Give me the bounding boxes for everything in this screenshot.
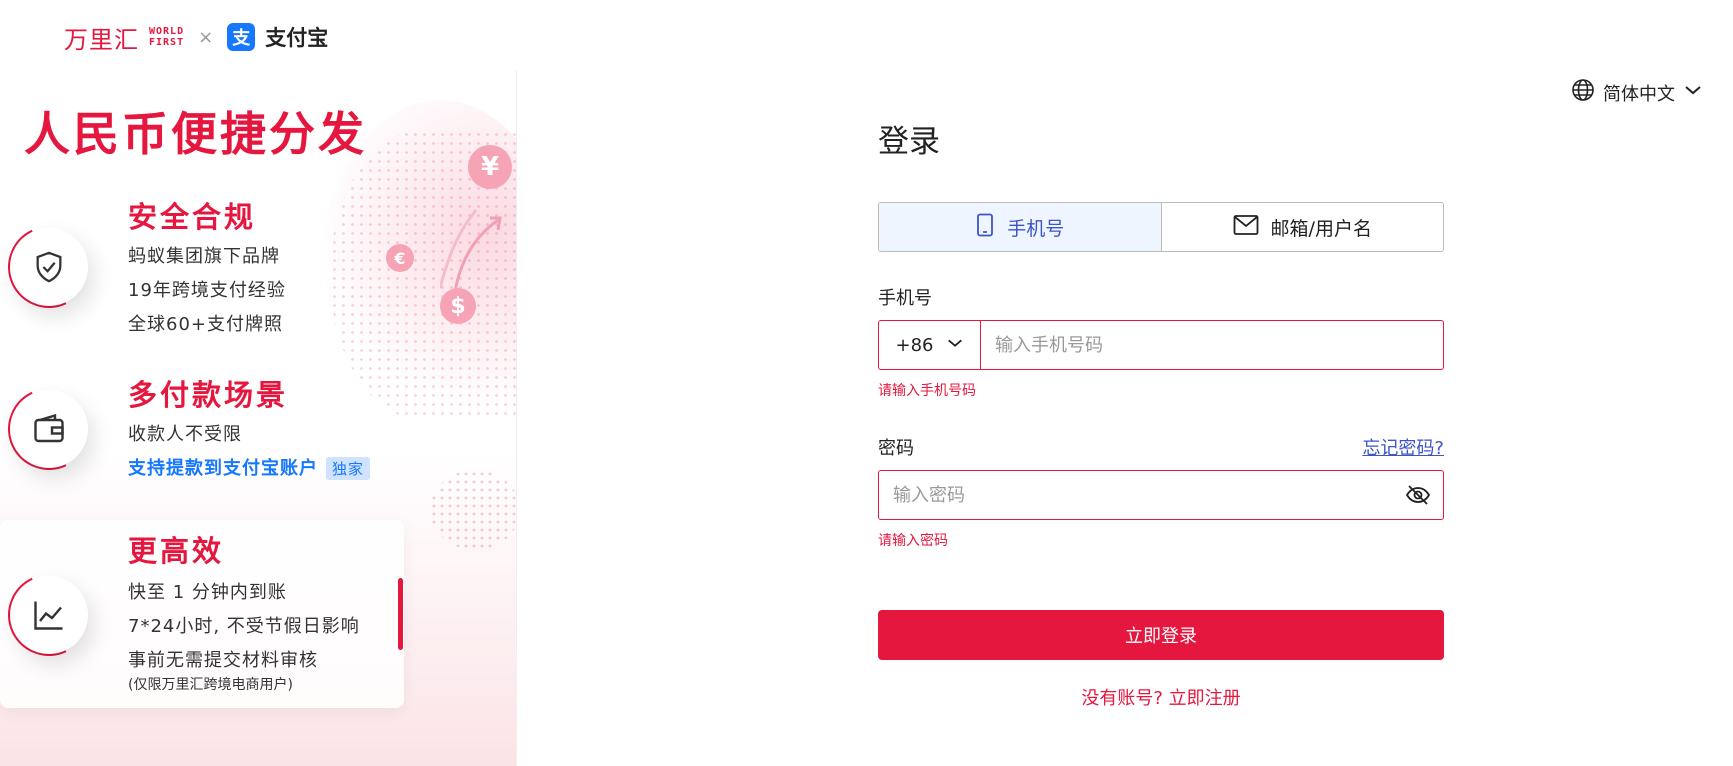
yen-coin-icon: ¥ [468, 145, 512, 189]
tab-email-label: 邮箱/用户名 [1270, 217, 1372, 240]
feature-note: (仅限万里汇跨境电商用户) [128, 677, 293, 693]
promo-title: 人民币便捷分发 [24, 107, 367, 161]
feature-line: 19年跨境支付经验 [128, 280, 286, 301]
password-input-group [878, 470, 1444, 520]
shield-check-icon [10, 228, 88, 306]
language-label: 简体中文 [1603, 83, 1675, 105]
mobile-phone-icon [975, 213, 995, 242]
alipay-logo-icon: 支 [227, 23, 256, 51]
phone-input-group: +86 [878, 320, 1444, 370]
alipay-logo-text: 支付宝 [265, 26, 329, 50]
feature-title: 安全合规 [128, 200, 257, 234]
tab-phone[interactable]: 手机号 [879, 203, 1162, 251]
feature-highlight-text: 支持提款到支付宝账户 [128, 458, 318, 479]
password-label: 密码 [878, 438, 914, 459]
dollar-coin-icon: $ [440, 288, 476, 324]
chevron-down-icon [946, 334, 964, 357]
feature-title: 更高效 [128, 534, 225, 568]
tab-phone-label: 手机号 [1007, 217, 1065, 240]
worldfirst-logo-text: 万里汇 [64, 25, 139, 54]
worldfirst-en-line2: FIRST [149, 37, 185, 48]
phone-input[interactable] [981, 321, 1443, 369]
chart-line-icon [10, 576, 88, 654]
brand-separator: × [198, 26, 214, 48]
login-page: 万里汇 WORLD FIRST × 支 支付宝 简体中文 ¥ € $ 人民币便捷… [0, 0, 1733, 766]
feature-line: 蚂蚁集团旗下品牌 [128, 246, 280, 267]
exclusive-badge: 独家 [326, 457, 371, 480]
brand-logos: 万里汇 WORLD FIRST × 支 支付宝 [64, 20, 328, 54]
signup-link[interactable]: 没有账号? 立即注册 [878, 684, 1444, 710]
password-input[interactable] [879, 484, 1393, 506]
feature-line: 全球60+支付牌照 [128, 314, 283, 335]
login-title: 登录 [878, 124, 940, 160]
password-error-message: 请输入密码 [878, 533, 948, 549]
login-form: 登录 手机号 邮箱/用户名 手机号 +86 输入手机号码 请输入手机号码 密码 … [878, 116, 1444, 709]
feature-card-accent [398, 578, 403, 650]
country-code-value: +86 [895, 334, 934, 356]
euro-coin-icon: € [386, 244, 414, 272]
forgot-password-link[interactable]: 忘记密码? [1362, 434, 1444, 460]
feature-line: 事前无需提交材料审核 [128, 650, 318, 671]
feature-title: 多付款场景 [128, 378, 289, 412]
eye-hidden-icon[interactable] [1393, 484, 1443, 506]
country-code-select[interactable]: +86 [879, 321, 981, 369]
globe-dots-small-illustration [430, 470, 516, 550]
phone-label: 手机号 [878, 288, 932, 309]
wallet-icon [10, 390, 88, 468]
login-method-tabs: 手机号 邮箱/用户名 [878, 202, 1444, 252]
tab-email-username[interactable]: 邮箱/用户名 [1160, 203, 1444, 251]
mail-icon [1233, 214, 1259, 241]
login-button[interactable]: 立即登录 [878, 610, 1444, 660]
chevron-down-icon [1683, 80, 1703, 105]
feature-highlight: 支持提款到支付宝账户 独家 [128, 454, 371, 480]
language-selector[interactable]: 简体中文 [1571, 78, 1703, 107]
promo-panel: ¥ € $ 人民币便捷分发 安全合规 蚂蚁集团旗下品牌 19年跨境支付经验 全球… [0, 70, 516, 766]
globe-icon [1571, 78, 1595, 107]
panel-divider [516, 70, 517, 766]
phone-error-message: 请输入手机号码 [878, 383, 976, 399]
feature-line: 7*24小时, 不受节假日影响 [128, 616, 360, 637]
feature-line: 快至 1 分钟内到账 [128, 582, 287, 603]
worldfirst-en-line1: WORLD [149, 26, 185, 37]
feature-line: 收款人不受限 [128, 424, 242, 445]
worldfirst-logo-en: WORLD FIRST [149, 26, 184, 48]
